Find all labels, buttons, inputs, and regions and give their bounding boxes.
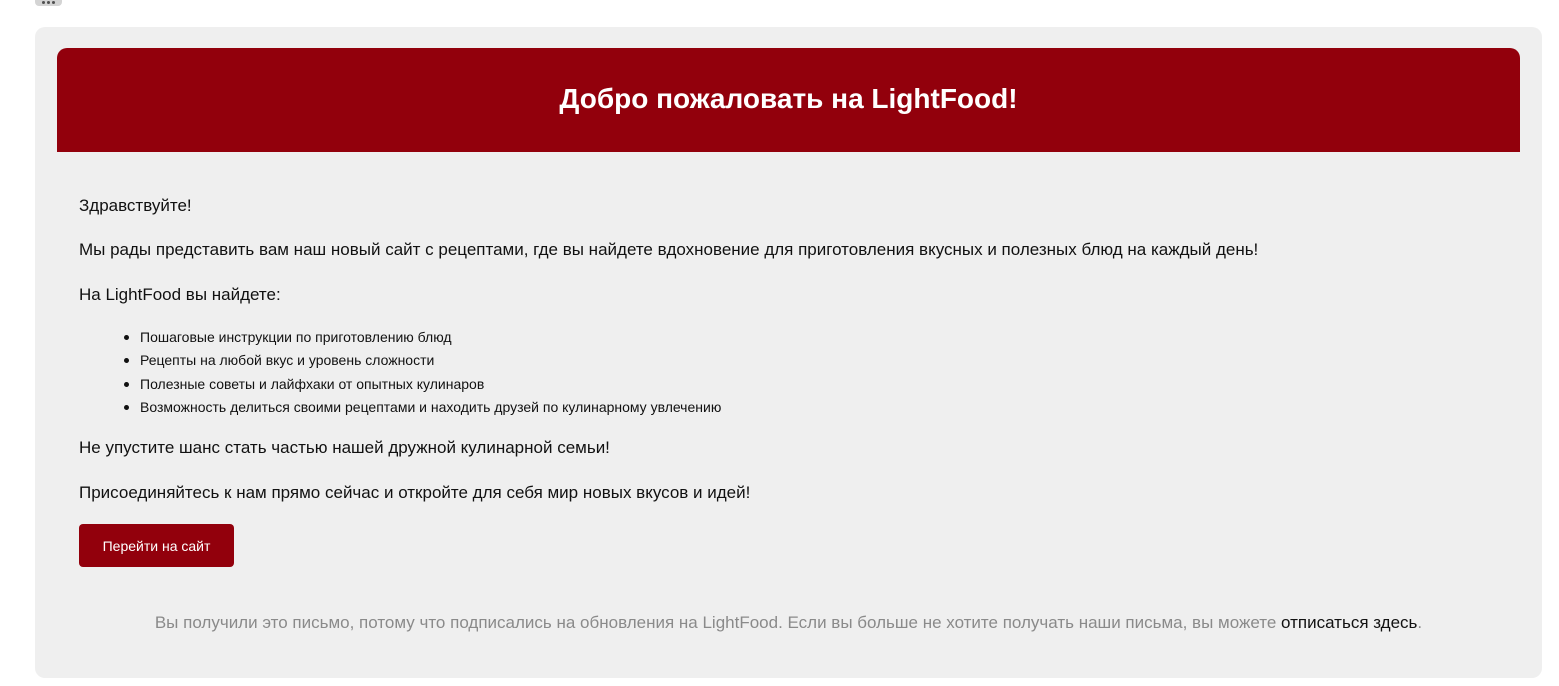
unsubscribe-link[interactable]: отписаться здесь [1281, 613, 1417, 632]
footer-text: Вы получили это письмо, потому что подпи… [154, 613, 1282, 632]
dot [52, 1, 55, 4]
intro-text: Мы рады представить вам наш новый сайт с… [79, 240, 1259, 259]
email-header: Добро пожаловать на LightFood! [57, 48, 1520, 152]
more-options-icon[interactable] [35, 0, 62, 6]
go-to-site-button[interactable]: Перейти на сайт [79, 524, 234, 567]
email-footer: Вы получили это письмо, потому что подпи… [35, 613, 1542, 633]
footer-trailing: . [1417, 613, 1423, 632]
email-card: Добро пожаловать на LightFood! Здравству… [35, 27, 1542, 678]
list-item: Рецепты на любой вкус и уровень сложност… [123, 349, 721, 372]
email-title: Добро пожаловать на LightFood! [559, 83, 1018, 114]
list-item: Пошаговые инструкции по приготовлению бл… [123, 326, 721, 349]
dot [47, 1, 50, 4]
outro-text-2: Присоединяйтесь к нам прямо сейчас и отк… [79, 483, 751, 502]
features-list: Пошаговые инструкции по приготовлению бл… [79, 326, 721, 420]
features-title: На LightFood вы найдете: [79, 285, 281, 304]
list-item: Полезные советы и лайфхаки от опытных ку… [123, 373, 721, 396]
dot [42, 1, 45, 4]
greeting-text: Здравствуйте! [79, 196, 192, 215]
list-item: Возможность делиться своими рецептами и … [123, 396, 721, 419]
outro-text-1: Не упустите шанс стать частью нашей друж… [79, 438, 610, 457]
